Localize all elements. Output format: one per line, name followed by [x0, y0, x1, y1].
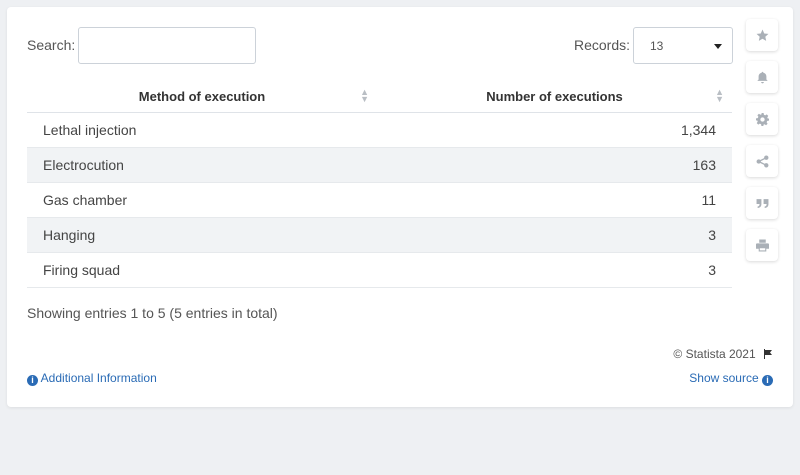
records-select[interactable]: 13 — [633, 27, 733, 64]
sort-icon: ▲ ▼ — [715, 87, 724, 104]
info-icon: i — [762, 375, 773, 386]
cell-count: 163 — [377, 147, 732, 183]
table-row: Electrocution 163 — [27, 147, 732, 183]
flag-icon[interactable] — [763, 349, 773, 359]
column-header-count[interactable]: Number of executions ▲ ▼ — [377, 81, 732, 113]
star-icon[interactable] — [746, 19, 778, 51]
cell-count: 3 — [377, 217, 732, 253]
table-row: Firing squad 3 — [27, 252, 732, 288]
cell-method: Hanging — [27, 217, 377, 253]
table-row: Gas chamber 11 — [27, 182, 732, 218]
additional-information-link[interactable]: i Additional Information — [27, 371, 157, 386]
table-header-row: Method of execution ▲ ▼ Number of executi… — [27, 81, 732, 113]
table-card: Search: Records: 13 Method of execution … — [7, 7, 793, 407]
copyright: © Statista 2021 — [673, 347, 773, 361]
gear-icon[interactable] — [746, 103, 778, 135]
table-row: Hanging 3 — [27, 217, 732, 253]
records-selected-value: 13 — [650, 39, 664, 53]
chevron-down-icon — [714, 44, 722, 49]
cell-method: Gas chamber — [27, 182, 377, 218]
cell-count: 1,344 — [377, 112, 732, 148]
bell-icon[interactable] — [746, 61, 778, 93]
sort-icon: ▲ ▼ — [360, 87, 369, 104]
column-header-method[interactable]: Method of execution ▲ ▼ — [27, 81, 377, 113]
quote-icon[interactable] — [746, 187, 778, 219]
side-toolbar — [746, 19, 780, 271]
showing-entries-text: Showing entries 1 to 5 (5 entries in tot… — [27, 305, 278, 321]
info-icon: i — [27, 375, 38, 386]
search-label: Search: — [27, 37, 76, 53]
share-icon[interactable] — [746, 145, 778, 177]
cell-method: Firing squad — [27, 252, 377, 288]
executions-table: Method of execution ▲ ▼ Number of executi… — [27, 81, 732, 288]
cell-method: Lethal injection — [27, 112, 377, 148]
cell-method: Electrocution — [27, 147, 377, 183]
records-label: Records: — [574, 37, 631, 53]
table-row: Lethal injection 1,344 — [27, 112, 732, 148]
cell-count: 11 — [377, 182, 732, 218]
show-source-link[interactable]: Show source i — [689, 371, 773, 386]
cell-count: 3 — [377, 252, 732, 288]
search-input[interactable] — [78, 27, 256, 64]
print-icon[interactable] — [746, 229, 778, 261]
